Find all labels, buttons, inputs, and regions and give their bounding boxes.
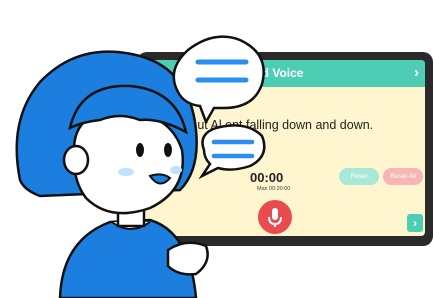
speech-bubble-icon bbox=[198, 124, 266, 180]
character-eye-right bbox=[164, 143, 172, 157]
character-eye-left bbox=[136, 143, 144, 157]
character-hand bbox=[166, 241, 209, 276]
character-face bbox=[72, 108, 185, 215]
illustration-scene: rd Voice › But Al ent falling down and d… bbox=[0, 0, 433, 298]
character-ear bbox=[62, 144, 90, 176]
character-illustration bbox=[15, 35, 266, 298]
